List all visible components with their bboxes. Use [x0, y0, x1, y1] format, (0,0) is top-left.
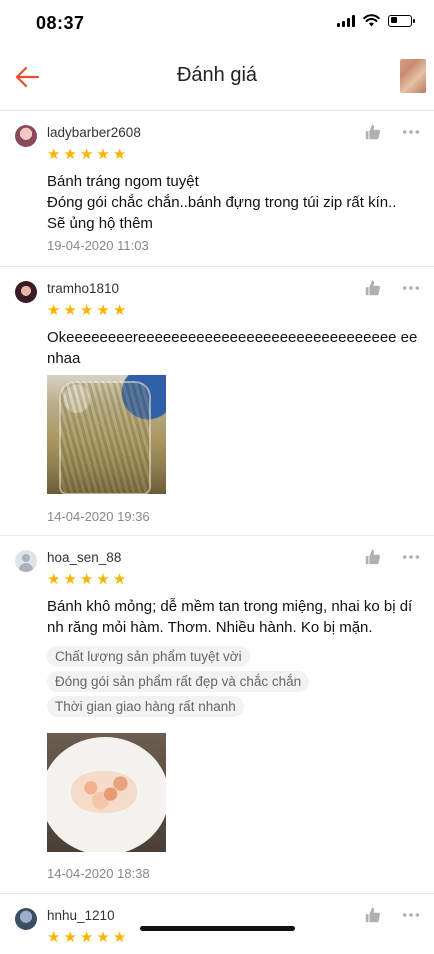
star-icon: ★	[112, 571, 127, 588]
review-item: ladybarber2608 ★ ★ ★ ★ ★ Bánh tráng ngom tuy…	[0, 111, 434, 267]
review-username[interactable]: ladybarber2608	[47, 125, 141, 140]
star-icon: ★	[112, 302, 127, 319]
review-username[interactable]: tramho1810	[47, 281, 119, 296]
star-icon: ★	[47, 146, 61, 163]
more-horizontal-icon[interactable]	[402, 279, 420, 297]
review-text: Bánh khô mỏng; dễ mềm tan trong miệng, n…	[47, 598, 413, 636]
thumbs-up-icon[interactable]	[364, 548, 382, 566]
review-text: Okeeeeeeeereeeeeeeeeeeeeeeeeeeeeeeeeeeee…	[47, 329, 418, 367]
review-tag: Thời gian giao hàng rất nhanh	[47, 696, 244, 717]
app-header: Đánh giá	[0, 46, 434, 111]
battery-icon	[388, 14, 415, 27]
status-bar: 08:37	[0, 0, 434, 46]
star-icon: ★	[63, 302, 77, 319]
more-horizontal-icon[interactable]	[402, 548, 420, 566]
star-icon: ★	[63, 929, 77, 946]
battery-level	[390, 17, 397, 23]
more-horizontal-icon[interactable]	[402, 123, 420, 141]
status-time: 08:37	[36, 13, 85, 33]
review-tag: Đóng gói sản phẩm rất đẹp và chắc chắn	[47, 671, 310, 692]
avatar[interactable]	[15, 908, 37, 930]
star-icon: ★	[96, 571, 110, 588]
cellular-signal-icon	[337, 14, 355, 27]
review-date: 14-04-2020 18:38	[47, 866, 150, 881]
star-icon: ★	[47, 302, 61, 319]
page-title: Đánh giá	[176, 64, 258, 86]
thumbs-up-icon[interactable]	[364, 279, 382, 297]
review-username[interactable]: hoa_sen_88	[47, 550, 121, 565]
home-indicator[interactable]	[140, 926, 295, 931]
thumbs-up-icon[interactable]	[364, 906, 382, 924]
rating-stars: ★ ★ ★ ★ ★	[47, 572, 126, 587]
review-text: Bánh tráng ngom tuyệt Đóng gói chắc chắn…	[47, 173, 397, 232]
star-icon: ★	[96, 929, 110, 946]
star-icon: ★	[112, 146, 127, 163]
star-icon: ★	[96, 302, 110, 319]
star-icon: ★	[47, 929, 61, 946]
review-date: 19-04-2020 11:03	[47, 238, 149, 253]
thumbs-up-icon[interactable]	[364, 123, 382, 141]
review-username[interactable]: hnhu_1210	[47, 908, 115, 923]
star-icon: ★	[63, 571, 77, 588]
review-item: hoa_sen_88 ★ ★ ★ ★ ★ Bánh khô mỏng; dễ mềm t…	[0, 536, 434, 894]
review-photo[interactable]	[47, 375, 166, 494]
star-icon: ★	[96, 146, 110, 163]
wifi-icon	[363, 14, 380, 27]
star-icon: ★	[79, 302, 94, 319]
more-horizontal-icon[interactable]	[402, 906, 420, 924]
review-item: hnhu_1210 ★ ★ ★ ★ ★	[0, 894, 434, 954]
star-icon: ★	[47, 571, 61, 588]
review-photo[interactable]	[47, 733, 166, 852]
avatar[interactable]	[15, 281, 37, 303]
star-icon: ★	[79, 929, 94, 946]
avatar[interactable]	[15, 550, 37, 572]
star-icon: ★	[79, 571, 94, 588]
star-icon: ★	[112, 929, 127, 946]
star-icon: ★	[63, 146, 77, 163]
product-thumbnail[interactable]	[400, 59, 426, 93]
star-icon: ★	[79, 146, 94, 163]
rating-stars: ★ ★ ★ ★ ★	[47, 147, 126, 162]
rating-stars: ★ ★ ★ ★ ★	[47, 930, 126, 945]
review-date: 14-04-2020 19:36	[47, 509, 150, 524]
avatar[interactable]	[15, 125, 37, 147]
rating-stars: ★ ★ ★ ★ ★	[47, 303, 126, 318]
review-tag: Chất lượng sản phẩm tuyệt vời	[47, 646, 250, 667]
review-item: tramho1810 ★ ★ ★ ★ ★ Okeeeeeeeereeeeeeeeeeee…	[0, 267, 434, 536]
status-icons	[337, 14, 415, 27]
